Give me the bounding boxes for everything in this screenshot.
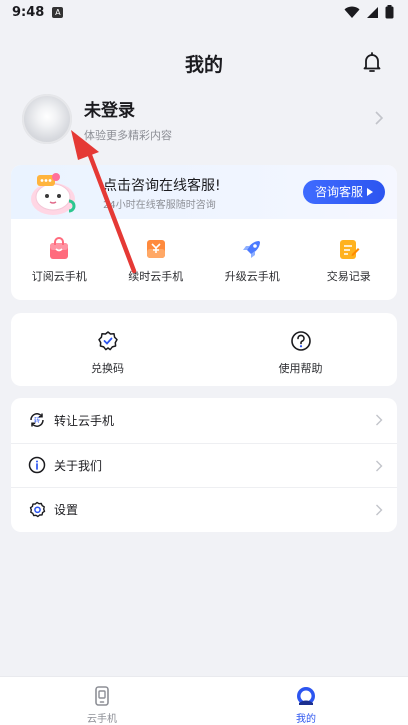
bottom-tab-bar: 云手机 我的 <box>0 676 408 725</box>
subscribe-bag-icon <box>50 237 69 259</box>
chevron-right-icon <box>376 460 383 472</box>
menu-item-label: 设置 <box>54 503 79 518</box>
banner-title: 点击咨询在线客服! <box>103 178 221 194</box>
menu-item-about[interactable]: 关于我们 <box>11 442 397 488</box>
renew-coupon-icon <box>146 240 165 258</box>
status-bar: 9:48 A <box>0 0 408 24</box>
page-title: 我的 <box>184 54 223 76</box>
consult-service-button[interactable]: 咨询客服 <box>302 180 385 204</box>
profile-info: 未登录 体验更多精彩内容 <box>84 96 172 143</box>
status-icons <box>344 5 394 19</box>
profile-tab-icon <box>297 687 315 705</box>
tools-card: 兑换码 使用帮助 <box>11 313 397 386</box>
avatar[interactable] <box>22 94 72 144</box>
tool-label: 使用帮助 <box>278 362 323 375</box>
settings-gear-icon <box>29 501 46 518</box>
redeem-code-icon <box>97 331 118 351</box>
menu-item-settings[interactable]: 设置 <box>11 487 397 532</box>
menu-item-transfer[interactable]: 转 转让云手机 <box>11 398 397 443</box>
chevron-right-icon <box>375 111 384 125</box>
battery-icon <box>385 5 394 19</box>
chevron-right-icon <box>376 504 383 516</box>
quick-action-transactions[interactable]: 交易记录 <box>301 237 398 284</box>
transaction-record-icon <box>339 240 360 259</box>
tab-mine[interactable]: 我的 <box>204 677 408 725</box>
quick-action-label: 升级云手机 <box>224 270 280 283</box>
banner-desc: 24小时在线客服随时咨询 <box>103 200 216 211</box>
quick-action-label: 订阅云手机 <box>31 270 87 283</box>
info-icon <box>28 457 46 474</box>
settings-menu: 转 转让云手机 关于我们 设置 <box>11 398 397 532</box>
profile-subtitle: 体验更多精彩内容 <box>84 128 172 142</box>
mascot-icon <box>31 173 76 215</box>
tool-redeem-code[interactable]: 兑换码 <box>11 313 204 386</box>
tab-label: 云手机 <box>87 714 117 725</box>
tab-cloud-phone[interactable]: 云手机 <box>0 677 204 725</box>
quick-actions: 订阅云手机 续时云手机 升级云手机 交易记录 <box>11 237 397 284</box>
customer-service-banner[interactable]: 点击咨询在线客服! 24小时在线客服随时咨询 咨询客服 <box>11 165 397 219</box>
quick-action-subscribe[interactable]: 订阅云手机 <box>11 237 108 284</box>
caret-right-icon <box>367 188 373 196</box>
quick-action-label: 续时云手机 <box>128 270 184 283</box>
page-header: 我的 <box>0 44 408 80</box>
quick-action-renew[interactable]: 续时云手机 <box>108 237 205 284</box>
tab-label: 我的 <box>296 714 316 725</box>
services-card: 点击咨询在线客服! 24小时在线客服随时咨询 咨询客服 订阅云手机 续时云手机 <box>11 165 397 300</box>
signal-icon <box>367 6 378 18</box>
notification-badge-icon: A <box>52 6 64 18</box>
help-question-icon <box>290 331 311 351</box>
profile-login-entry[interactable]: 未登录 体验更多精彩内容 <box>22 93 388 145</box>
svg-text:转: 转 <box>34 417 40 425</box>
menu-item-label: 转让云手机 <box>54 413 115 428</box>
menu-item-label: 关于我们 <box>54 458 103 473</box>
upgrade-rocket-icon <box>243 241 261 258</box>
consult-service-label: 咨询客服 <box>314 185 363 199</box>
quick-action-upgrade[interactable]: 升级云手机 <box>204 237 301 284</box>
chevron-right-icon <box>376 414 383 426</box>
transfer-icon: 转 <box>30 413 44 428</box>
status-time: 9:48 <box>12 4 45 20</box>
tool-label: 兑换码 <box>91 362 124 375</box>
quick-action-label: 交易记录 <box>326 270 371 283</box>
tool-help[interactable]: 使用帮助 <box>204 313 397 386</box>
cloud-phone-icon <box>95 686 109 706</box>
notification-bell-icon[interactable] <box>360 50 384 74</box>
wifi-icon <box>344 6 360 18</box>
profile-name: 未登录 <box>84 100 135 121</box>
